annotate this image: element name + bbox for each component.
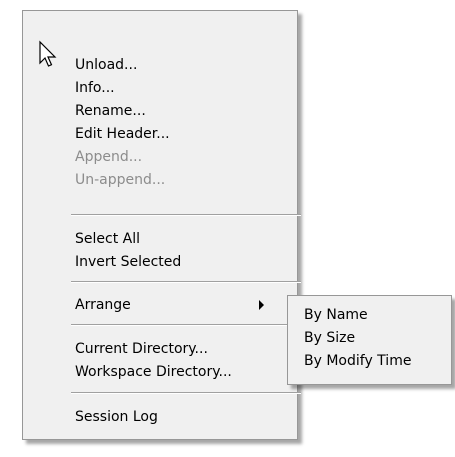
menu-separator [71,392,301,394]
menu-separator [71,214,301,216]
menu-item-edit-header[interactable]: Edit Header... [75,123,170,145]
menu-item-workspace-directory[interactable]: Workspace Directory... [75,361,232,383]
screen: Unload... Info... Rename... Edit Header.… [0,0,455,457]
context-menu: Unload... Info... Rename... Edit Header.… [22,10,301,440]
menu-separator [71,281,301,283]
menu-item-session-log[interactable]: Session Log [75,406,158,428]
menu-item-append[interactable]: Append... [75,146,142,168]
menu-item-info[interactable]: Info... [75,77,115,99]
arrow-cursor-icon [39,40,57,67]
arrange-submenu: By Name By Size By Modify Time [287,295,452,385]
menu-item-unload[interactable]: Unload... [75,54,137,76]
submenu-item-by-name[interactable]: By Name [304,304,368,326]
menu-item-un-append[interactable]: Un-append... [75,169,165,191]
menu-item-current-directory[interactable]: Current Directory... [75,338,208,360]
submenu-item-by-modify-time[interactable]: By Modify Time [304,350,411,372]
menu-item-invert-selected[interactable]: Invert Selected [75,251,181,273]
chevron-right-icon [259,300,264,310]
menu-separator [71,324,301,326]
menu-item-rename[interactable]: Rename... [75,100,146,122]
menu-item-arrange[interactable]: Arrange [75,294,131,316]
menu-item-select-all[interactable]: Select All [75,228,140,250]
submenu-item-by-size[interactable]: By Size [304,327,355,349]
